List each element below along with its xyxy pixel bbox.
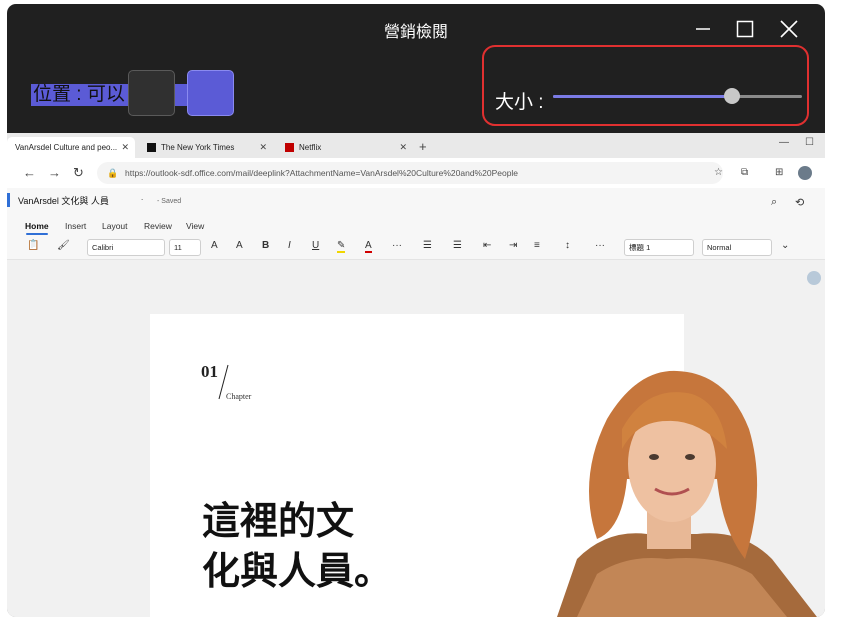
tab-nytimes-label: The New York Times [161,143,235,152]
maximize-icon [736,20,754,38]
paragraph-style-select[interactable]: Normal [702,239,772,256]
tab-view[interactable]: View [186,221,204,231]
paragraph-style-value: Normal [707,243,732,252]
bullets-icon[interactable]: ☰ [423,240,432,251]
history-icon[interactable]: ⟲ [795,196,804,209]
shrink-font-icon[interactable]: A [236,240,243,251]
new-tab-button[interactable]: + [419,139,427,154]
close-icon[interactable]: ✕ [259,142,267,153]
maximize-button[interactable] [730,16,760,42]
size-slider-fill [553,95,733,98]
font-color-icon[interactable]: A [365,240,372,253]
grow-font-icon[interactable]: A [211,240,218,251]
increase-indent-icon[interactable]: ⇥ [509,240,517,251]
italic-icon[interactable]: I [288,240,291,251]
close-button[interactable] [774,16,804,42]
size-slider[interactable] [553,88,802,104]
chevron-down-icon[interactable]: ⌄ [781,240,789,251]
tab-vanarsdel[interactable]: VanArsdel Culture and peo... ✕ [7,137,135,158]
size-label: 大小 : [495,92,544,113]
line-spacing-icon[interactable]: ↕ [565,240,570,251]
minimize-button[interactable] [688,16,718,42]
netflix-icon [285,143,294,152]
position-option-right[interactable] [187,70,234,116]
close-icon[interactable]: ✕ [121,142,129,153]
collections-icon[interactable]: ⊞ [775,167,783,178]
tab-nytimes[interactable]: The New York Times ✕ [139,137,273,158]
font-name-value: Calibri [92,243,114,252]
headline-line-1: 這裡的文 [202,499,355,543]
document-name[interactable]: VanArsdel 文化與 人員 [18,194,109,207]
font-size-select[interactable]: 11 [169,239,201,256]
size-control: 大小 : [482,45,809,126]
save-status: - Saved [157,198,182,205]
word-app-icon [7,193,10,207]
marketing-review-window: 營銷檢閱 位置 : 可以 大小 : VanArsdel Culture and … [7,4,825,617]
headline-line-2: 化與人員。 [202,549,393,593]
url-text: https://outlook-sdf.office.com/mail/deep… [125,168,519,178]
size-slider-thumb[interactable] [724,88,741,104]
heading-style-value: 標題 1 [629,243,651,252]
document-headline: 這裡的文 化與人員。 [202,496,392,596]
ribbon-tabs: Home Insert Layout Review View [7,216,825,236]
paste-icon[interactable]: 📋 [27,240,39,251]
tab-insert[interactable]: Insert [65,221,86,231]
underline-icon[interactable]: U [312,240,319,251]
presenter-video [557,370,817,617]
lock-icon: 🔒 [107,168,119,178]
profile-avatar[interactable] [798,166,812,180]
decrease-indent-icon[interactable]: ⇤ [483,240,491,251]
more-icon[interactable]: ··· [595,240,605,251]
tab-review[interactable]: Review [144,221,172,231]
forward-icon[interactable]: → [48,165,61,180]
bold-icon[interactable]: B [262,240,269,251]
browser-maximize-icon[interactable]: ☐ [805,137,814,148]
position-option-left[interactable] [128,70,175,116]
font-name-select[interactable]: Calibri [87,239,165,256]
nytimes-icon [147,143,156,152]
tab-layout[interactable]: Layout [102,221,128,231]
extensions-icon[interactable]: ⧉ [741,167,748,178]
formatting-toolbar: 📋 🖌 Calibri 11 A A B I U ✎ A ··· ☰ ☰ ⇤ ⇥… [7,236,825,260]
heading-style-select[interactable]: 標題 1 [624,239,694,256]
tab-bar: VanArsdel Culture and peo... ✕ The New Y… [7,133,825,158]
tab-home[interactable]: Home [25,221,49,231]
tab-netflix-label: Netflix [299,143,322,152]
back-icon[interactable]: ← [23,165,36,180]
highlight-icon[interactable]: ✎ [337,240,346,253]
chapter-number: 01 [201,362,218,381]
tab-netflix[interactable]: Netflix ✕ [277,137,413,158]
minimize-icon [696,28,710,30]
favorite-icon[interactable]: ☆ [714,167,723,178]
collaborator-avatar [807,271,821,285]
chapter-label: Chapter [226,392,252,401]
tab-vanarsdel-label: VanArsdel Culture and peo... [15,143,118,152]
more-icon[interactable]: ··· [392,240,402,251]
address-bar: ← → ↻ 🔒 https://outlook-sdf.office.com/m… [7,158,825,188]
document-header: VanArsdel 文化與 人員 . - Saved ⌕ ⟲ [7,188,825,216]
active-tab-indicator [26,233,48,235]
close-icon[interactable]: ✕ [399,142,407,153]
font-size-value: 11 [174,243,182,252]
align-icon[interactable]: ≡ [534,240,540,251]
url-field[interactable]: 🔒 https://outlook-sdf.office.com/mail/de… [97,162,723,184]
numbering-icon[interactable]: ☰ [453,240,462,251]
refresh-icon[interactable]: ↻ [73,165,84,181]
format-painter-icon[interactable]: 🖌 [57,240,70,251]
close-icon [780,20,798,38]
browser-minimize-icon[interactable]: — [779,137,789,148]
search-icon[interactable]: ⌕ [771,196,777,209]
document-separator: . [141,193,144,202]
